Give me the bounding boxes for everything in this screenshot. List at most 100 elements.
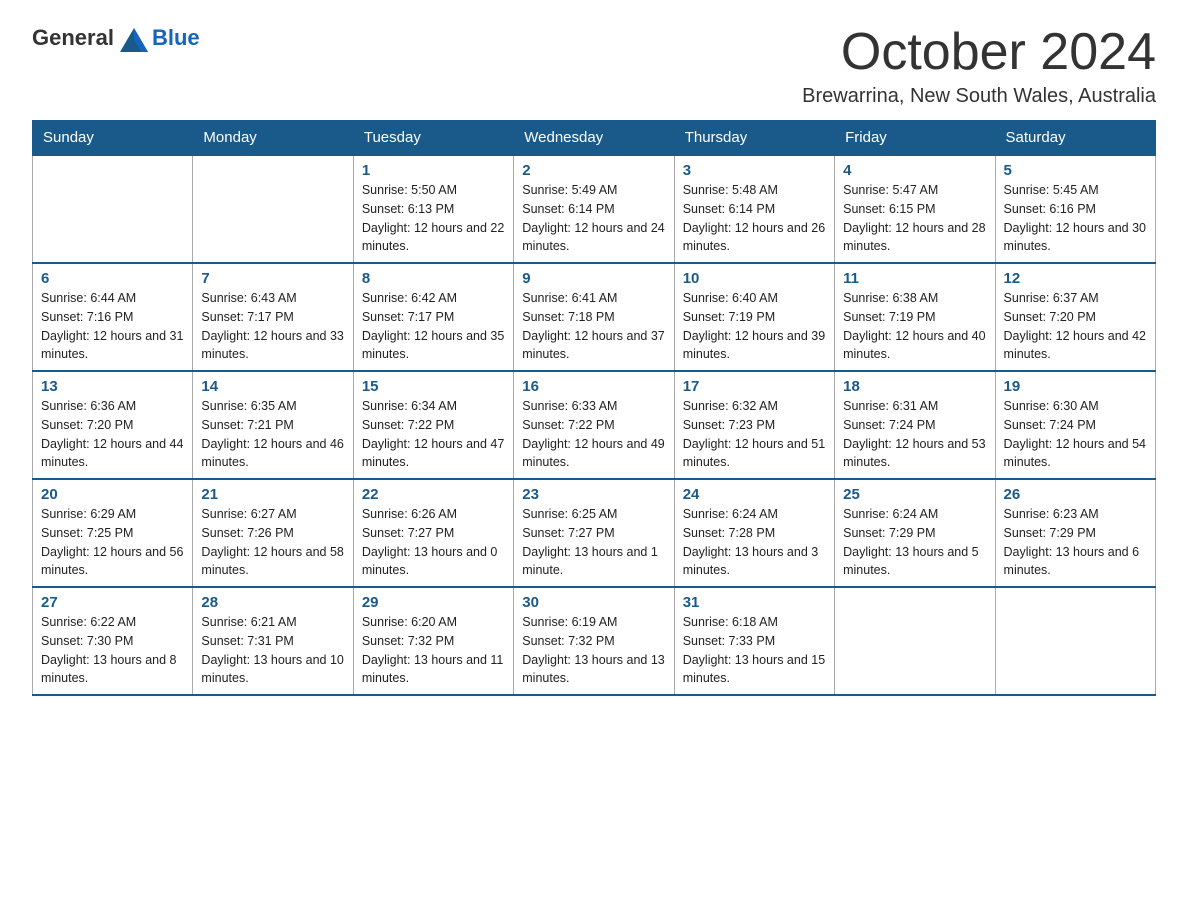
calendar-cell: 17Sunrise: 6:32 AMSunset: 7:23 PMDayligh… bbox=[674, 371, 834, 479]
calendar-cell: 2 Sunrise: 5:49 AMSunset: 6:14 PMDaylight… bbox=[514, 155, 674, 263]
day-number: 7 bbox=[201, 270, 344, 287]
day-info: Sunrise: 6:29 AMSunset: 7:25 PMDaylight:… bbox=[41, 505, 184, 580]
day-number: 30 bbox=[522, 594, 665, 611]
day-number: 21 bbox=[201, 486, 344, 503]
calendar-week-row: 1 Sunrise: 5:50 AMSunset: 6:13 PMDaylight… bbox=[33, 155, 1156, 263]
day-info: Sunrise: 6:21 AMSunset: 7:31 PMDaylight:… bbox=[201, 613, 344, 688]
calendar-cell: 1 Sunrise: 5:50 AMSunset: 6:13 PMDaylight… bbox=[353, 155, 513, 263]
calendar-cell: 24 Sunrise: 6:24 AMSunset: 7:28 PMDayligh… bbox=[674, 479, 834, 587]
calendar-week-row: 27 Sunrise: 6:22 AMSunset: 7:30 PMDayligh… bbox=[33, 587, 1156, 695]
calendar-week-row: 20 Sunrise: 6:29 AMSunset: 7:25 PMDayligh… bbox=[33, 479, 1156, 587]
calendar-cell: 27 Sunrise: 6:22 AMSunset: 7:30 PMDayligh… bbox=[33, 587, 193, 695]
calendar-cell: 29 Sunrise: 6:20 AMSunset: 7:32 PMDayligh… bbox=[353, 587, 513, 695]
page-header: General Blue October 2024 Brewarrina, Ne… bbox=[32, 24, 1156, 108]
weekday-header-friday: Friday bbox=[835, 121, 995, 156]
calendar-cell: 3 Sunrise: 5:48 AMSunset: 6:14 PMDaylight… bbox=[674, 155, 834, 263]
day-number: 4 bbox=[843, 162, 986, 179]
day-number: 16 bbox=[522, 378, 665, 395]
day-info: Sunrise: 5:49 AMSunset: 6:14 PMDaylight:… bbox=[522, 181, 665, 256]
day-number: 15 bbox=[362, 378, 505, 395]
calendar-week-row: 13Sunrise: 6:36 AMSunset: 7:20 PMDayligh… bbox=[33, 371, 1156, 479]
day-number: 12 bbox=[1004, 270, 1147, 287]
calendar-cell: 4 Sunrise: 5:47 AMSunset: 6:15 PMDaylight… bbox=[835, 155, 995, 263]
day-number: 29 bbox=[362, 594, 505, 611]
day-number: 14 bbox=[201, 378, 344, 395]
day-number: 1 bbox=[362, 162, 505, 179]
day-number: 5 bbox=[1004, 162, 1147, 179]
calendar-cell bbox=[33, 155, 193, 263]
day-info: Sunrise: 6:41 AMSunset: 7:18 PMDaylight:… bbox=[522, 289, 665, 364]
day-number: 6 bbox=[41, 270, 184, 287]
day-number: 20 bbox=[41, 486, 184, 503]
day-info: Sunrise: 6:40 AMSunset: 7:19 PMDaylight:… bbox=[683, 289, 826, 364]
day-info: Sunrise: 6:36 AMSunset: 7:20 PMDaylight:… bbox=[41, 397, 184, 472]
calendar-cell: 11 Sunrise: 6:38 AMSunset: 7:19 PMDayligh… bbox=[835, 263, 995, 371]
day-number: 9 bbox=[522, 270, 665, 287]
day-info: Sunrise: 6:20 AMSunset: 7:32 PMDaylight:… bbox=[362, 613, 505, 688]
day-number: 28 bbox=[201, 594, 344, 611]
day-info: Sunrise: 5:47 AMSunset: 6:15 PMDaylight:… bbox=[843, 181, 986, 256]
calendar-cell: 14 Sunrise: 6:35 AMSunset: 7:21 PMDayligh… bbox=[193, 371, 353, 479]
day-number: 2 bbox=[522, 162, 665, 179]
day-number: 17 bbox=[683, 378, 826, 395]
calendar-cell: 19 Sunrise: 6:30 AMSunset: 7:24 PMDayligh… bbox=[995, 371, 1155, 479]
weekday-header-wednesday: Wednesday bbox=[514, 121, 674, 156]
day-info: Sunrise: 6:31 AMSunset: 7:24 PMDaylight:… bbox=[843, 397, 986, 472]
day-info: Sunrise: 5:50 AMSunset: 6:13 PMDaylight:… bbox=[362, 181, 505, 256]
day-info: Sunrise: 6:25 AMSunset: 7:27 PMDaylight:… bbox=[522, 505, 665, 580]
calendar-cell: 13Sunrise: 6:36 AMSunset: 7:20 PMDayligh… bbox=[33, 371, 193, 479]
calendar-cell bbox=[193, 155, 353, 263]
day-number: 23 bbox=[522, 486, 665, 503]
calendar-cell: 21 Sunrise: 6:27 AMSunset: 7:26 PMDayligh… bbox=[193, 479, 353, 587]
day-number: 31 bbox=[683, 594, 826, 611]
calendar-cell: 9 Sunrise: 6:41 AMSunset: 7:18 PMDaylight… bbox=[514, 263, 674, 371]
calendar-cell: 25 Sunrise: 6:24 AMSunset: 7:29 PMDayligh… bbox=[835, 479, 995, 587]
day-info: Sunrise: 6:27 AMSunset: 7:26 PMDaylight:… bbox=[201, 505, 344, 580]
day-number: 24 bbox=[683, 486, 826, 503]
day-number: 22 bbox=[362, 486, 505, 503]
weekday-header-sunday: Sunday bbox=[33, 121, 193, 156]
calendar-cell: 7 Sunrise: 6:43 AMSunset: 7:17 PMDaylight… bbox=[193, 263, 353, 371]
calendar-cell bbox=[995, 587, 1155, 695]
calendar-cell: 31 Sunrise: 6:18 AMSunset: 7:33 PMDayligh… bbox=[674, 587, 834, 695]
title-block: October 2024 Brewarrina, New South Wales… bbox=[802, 24, 1156, 108]
day-info: Sunrise: 6:33 AMSunset: 7:22 PMDaylight:… bbox=[522, 397, 665, 472]
day-info: Sunrise: 6:38 AMSunset: 7:19 PMDaylight:… bbox=[843, 289, 986, 364]
day-info: Sunrise: 5:48 AMSunset: 6:14 PMDaylight:… bbox=[683, 181, 826, 256]
day-info: Sunrise: 6:42 AMSunset: 7:17 PMDaylight:… bbox=[362, 289, 505, 364]
day-info: Sunrise: 6:18 AMSunset: 7:33 PMDaylight:… bbox=[683, 613, 826, 688]
location-title: Brewarrina, New South Wales, Australia bbox=[802, 85, 1156, 108]
calendar-cell: 26Sunrise: 6:23 AMSunset: 7:29 PMDayligh… bbox=[995, 479, 1155, 587]
day-number: 26 bbox=[1004, 486, 1147, 503]
day-info: Sunrise: 6:19 AMSunset: 7:32 PMDaylight:… bbox=[522, 613, 665, 688]
day-number: 11 bbox=[843, 270, 986, 287]
calendar-cell: 12 Sunrise: 6:37 AMSunset: 7:20 PMDayligh… bbox=[995, 263, 1155, 371]
day-info: Sunrise: 6:22 AMSunset: 7:30 PMDaylight:… bbox=[41, 613, 184, 688]
day-info: Sunrise: 6:30 AMSunset: 7:24 PMDaylight:… bbox=[1004, 397, 1147, 472]
day-info: Sunrise: 6:35 AMSunset: 7:21 PMDaylight:… bbox=[201, 397, 344, 472]
day-info: Sunrise: 5:45 AMSunset: 6:16 PMDaylight:… bbox=[1004, 181, 1147, 256]
day-info: Sunrise: 6:24 AMSunset: 7:28 PMDaylight:… bbox=[683, 505, 826, 580]
day-info: Sunrise: 6:24 AMSunset: 7:29 PMDaylight:… bbox=[843, 505, 986, 580]
weekday-header-saturday: Saturday bbox=[995, 121, 1155, 156]
calendar-cell: 20 Sunrise: 6:29 AMSunset: 7:25 PMDayligh… bbox=[33, 479, 193, 587]
calendar-cell: 16 Sunrise: 6:33 AMSunset: 7:22 PMDayligh… bbox=[514, 371, 674, 479]
day-info: Sunrise: 6:34 AMSunset: 7:22 PMDaylight:… bbox=[362, 397, 505, 472]
calendar-cell: 10 Sunrise: 6:40 AMSunset: 7:19 PMDayligh… bbox=[674, 263, 834, 371]
calendar-cell: 5 Sunrise: 5:45 AMSunset: 6:16 PMDaylight… bbox=[995, 155, 1155, 263]
day-number: 19 bbox=[1004, 378, 1147, 395]
calendar-cell: 18Sunrise: 6:31 AMSunset: 7:24 PMDayligh… bbox=[835, 371, 995, 479]
weekday-header-thursday: Thursday bbox=[674, 121, 834, 156]
day-info: Sunrise: 6:37 AMSunset: 7:20 PMDaylight:… bbox=[1004, 289, 1147, 364]
logo-icon bbox=[120, 24, 148, 52]
day-number: 27 bbox=[41, 594, 184, 611]
calendar-cell: 28 Sunrise: 6:21 AMSunset: 7:31 PMDayligh… bbox=[193, 587, 353, 695]
calendar-cell: 6 Sunrise: 6:44 AMSunset: 7:16 PMDaylight… bbox=[33, 263, 193, 371]
day-info: Sunrise: 6:44 AMSunset: 7:16 PMDaylight:… bbox=[41, 289, 184, 364]
day-info: Sunrise: 6:43 AMSunset: 7:17 PMDaylight:… bbox=[201, 289, 344, 364]
logo-text-blue: Blue bbox=[152, 25, 200, 51]
weekday-header-monday: Monday bbox=[193, 121, 353, 156]
day-number: 3 bbox=[683, 162, 826, 179]
day-number: 10 bbox=[683, 270, 826, 287]
day-number: 25 bbox=[843, 486, 986, 503]
